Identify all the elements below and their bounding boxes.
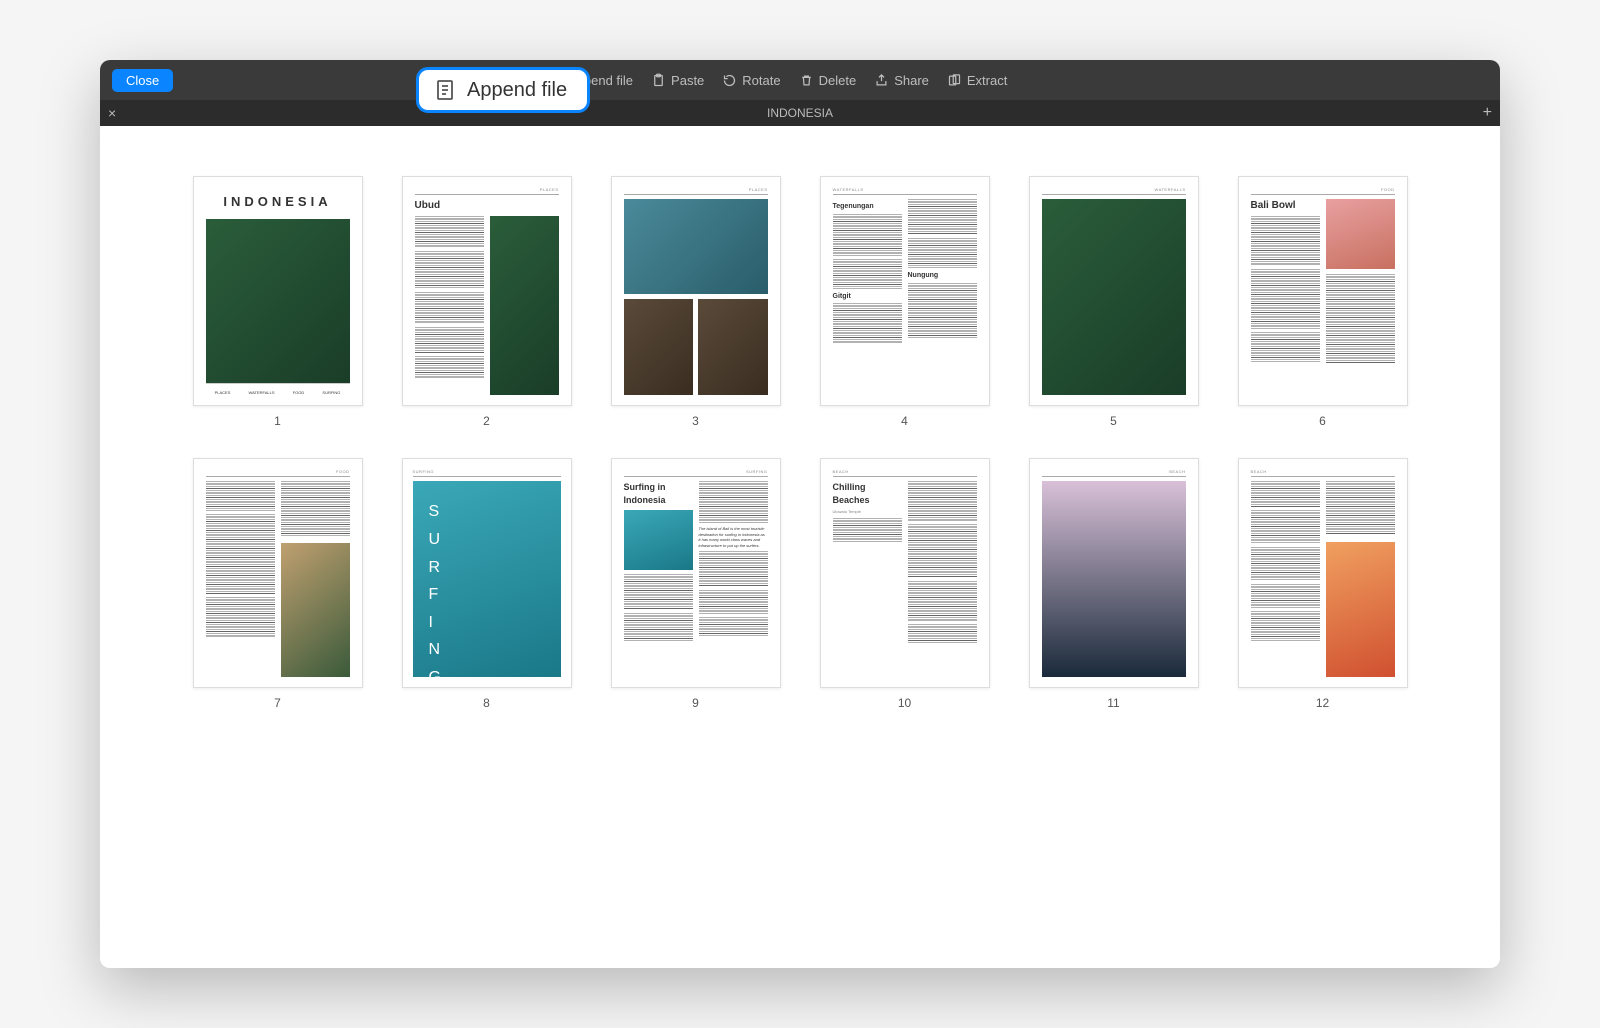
page-number: 12 xyxy=(1316,696,1329,710)
trash-icon xyxy=(799,73,814,88)
extract-icon xyxy=(947,73,962,88)
app-window: Close Add Append file Paste Rotate Delet… xyxy=(100,60,1500,968)
extract-button[interactable]: Extract xyxy=(947,73,1007,88)
page-thumbnail[interactable]: BEACH 11 xyxy=(1026,458,1201,710)
paste-button[interactable]: Paste xyxy=(651,73,704,88)
page-thumbnail[interactable]: SURFING S U R F I N G 8 xyxy=(399,458,574,710)
rotate-icon xyxy=(722,73,737,88)
page-number: 9 xyxy=(692,696,699,710)
thumbnail-area: INDONESIA PLACES WATERFALLS FOOD SURFING… xyxy=(100,126,1500,968)
share-icon xyxy=(874,73,889,88)
tab-title: INDONESIA xyxy=(767,106,833,120)
cover-labels: PLACES WATERFALLS FOOD SURFING xyxy=(206,383,350,395)
close-button[interactable]: Close xyxy=(112,69,173,92)
page-thumbnail[interactable]: PLACES Ubud 2 xyxy=(399,176,574,428)
page-number: 2 xyxy=(483,414,490,428)
page-number: 4 xyxy=(901,414,908,428)
page-thumbnail[interactable]: WATERFALLS 5 xyxy=(1026,176,1201,428)
page-thumbnail[interactable]: SURFING Surfing in Indonesia The island … xyxy=(608,458,783,710)
toolbar: Close Add Append file Paste Rotate Delet… xyxy=(100,60,1500,100)
page-thumbnail[interactable]: BEACH xyxy=(1235,458,1410,710)
surfing-letters: S U R F I N G xyxy=(429,501,561,667)
tab-bar: × INDONESIA + xyxy=(100,100,1500,126)
page-thumbnail[interactable]: BEACH Chilling Beaches Uluwatu Temple xyxy=(817,458,992,710)
append-file-icon xyxy=(433,78,457,102)
page-thumbnail[interactable]: INDONESIA PLACES WATERFALLS FOOD SURFING… xyxy=(190,176,365,428)
page-thumbnail[interactable]: FOOD 7 xyxy=(190,458,365,710)
delete-button[interactable]: Delete xyxy=(799,73,857,88)
paste-icon xyxy=(651,73,666,88)
page-number: 7 xyxy=(274,696,281,710)
append-file-callout: Append file xyxy=(416,67,590,113)
page-number: 6 xyxy=(1319,414,1326,428)
page-number: 11 xyxy=(1107,696,1119,710)
page-number: 5 xyxy=(1110,414,1117,428)
page-thumbnail[interactable]: PLACES 3 xyxy=(608,176,783,428)
page-number: 1 xyxy=(274,414,281,428)
tab-add-icon[interactable]: + xyxy=(1483,105,1492,121)
cover-title: INDONESIA xyxy=(206,193,350,211)
page-number: 3 xyxy=(692,414,699,428)
page-thumbnail[interactable]: WATERFALLS Tegenungan Gitgit Nung xyxy=(817,176,992,428)
thumbnail-grid: INDONESIA PLACES WATERFALLS FOOD SURFING… xyxy=(190,176,1410,710)
tab-close-icon[interactable]: × xyxy=(108,106,116,120)
page-number: 8 xyxy=(483,696,490,710)
rotate-button[interactable]: Rotate xyxy=(722,73,780,88)
page-number: 10 xyxy=(898,696,911,710)
page-thumbnail[interactable]: FOOD Bali Bowl 6 xyxy=(1235,176,1410,428)
share-button[interactable]: Share xyxy=(874,73,929,88)
